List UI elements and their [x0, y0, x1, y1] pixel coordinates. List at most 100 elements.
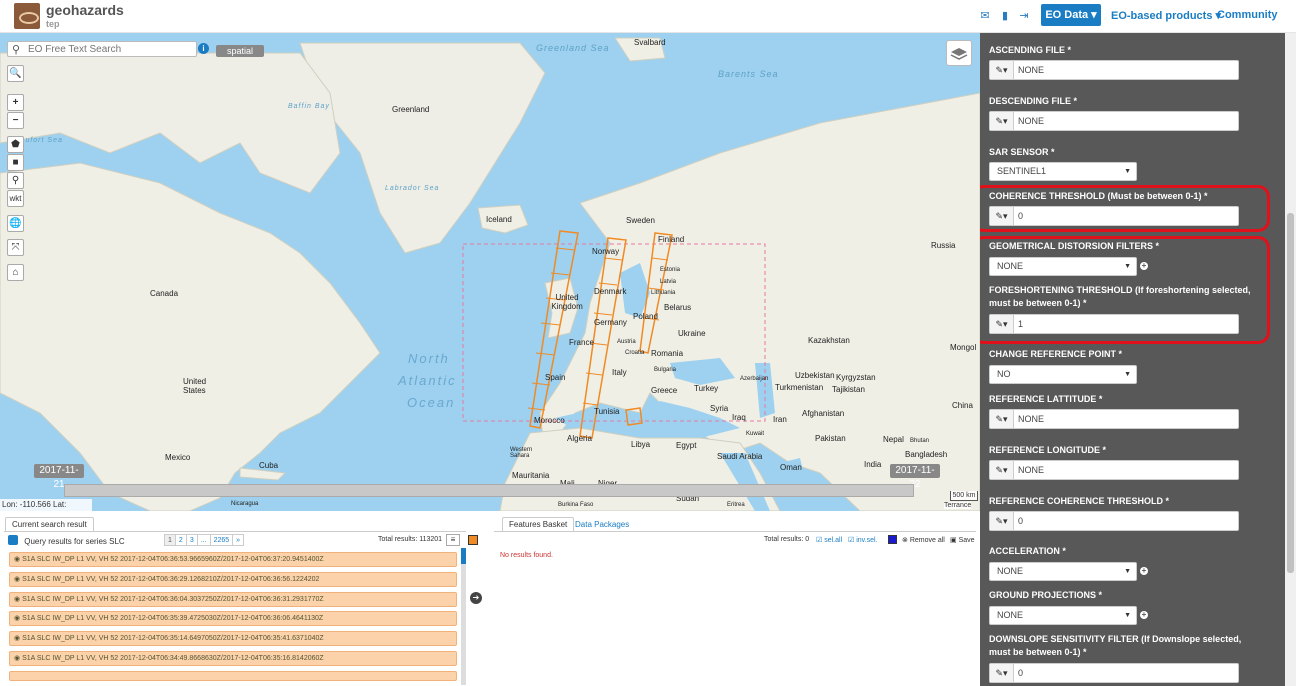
ref-lat-field[interactable]: ✎▾ NONE	[989, 409, 1239, 429]
arrow-right-icon[interactable]: ➔	[470, 592, 482, 604]
result-row[interactable]: ◉ S1A SLC IW_DP L1 VV, VH 52 2017-12-04T…	[9, 651, 457, 666]
eo-search-input[interactable]	[28, 43, 193, 56]
result-row[interactable]: ◉ S1A SLC IW_DP L1 VV, VH 52 2017-12-04T…	[9, 592, 457, 607]
map-label-svalbard: Svalbard	[634, 38, 666, 47]
globe-icon[interactable]: 🌐	[7, 215, 24, 232]
map-view[interactable]: Greenland Greenland Sea Svalbard Barents…	[0, 33, 980, 511]
map-label-kazakhstan: Kazakhstan	[808, 336, 850, 345]
invert-selection-link[interactable]: ☑ inv.sel.	[848, 536, 878, 544]
magic-wand-icon[interactable]: ✎▾	[990, 61, 1014, 79]
change-ref-select[interactable]: NO ▼	[989, 365, 1137, 384]
logo-title[interactable]: geohazards	[46, 2, 124, 18]
ground-proj-select[interactable]: NONE ▼	[989, 606, 1137, 625]
globe-icon: ◉	[14, 655, 23, 662]
map-label-pakistan: Pakistan	[815, 434, 846, 443]
downslope-field[interactable]: ✎▾ 0	[989, 663, 1239, 683]
map-label-atlantic: Atlantic	[398, 373, 457, 388]
page-next[interactable]: »	[232, 534, 245, 546]
list-view-icon[interactable]: ≡	[446, 534, 460, 546]
map-label-burkina: Burkina Faso	[558, 502, 594, 508]
eo-search-box[interactable]: ⚲	[7, 41, 197, 57]
map-label-us: United States	[183, 377, 207, 395]
map-label-morocco: Morocco	[534, 416, 565, 425]
result-row[interactable]: ◉ S1A SLC IW_DP L1 VV, VH 52 2017-12-04T…	[9, 572, 457, 587]
distortion-highlight	[980, 236, 1270, 344]
save-link[interactable]: ▣ Save	[950, 536, 975, 544]
map-label-spain: Spain	[545, 373, 566, 382]
descending-field[interactable]: ✎▾ NONE	[989, 111, 1239, 131]
basket-color-swatch[interactable]	[888, 535, 897, 544]
zoom-in-button[interactable]: +	[7, 94, 24, 111]
community-link[interactable]: Community	[1217, 9, 1278, 21]
map-label-croatia: Croatia	[625, 350, 645, 356]
map-label-cuba: Cuba	[259, 461, 279, 470]
envelope-icon[interactable]: ✉	[979, 11, 991, 22]
map-label-uk: United Kingdom	[551, 293, 583, 311]
map-label-mongolia: Mongol	[950, 343, 977, 352]
map-label-nicaragua: Nicaragua	[231, 501, 259, 507]
select-all-link[interactable]: ☑ sel.all	[816, 536, 842, 544]
polygon-draw-icon[interactable]: ⬟	[7, 136, 24, 153]
sar-sensor-select[interactable]: SENTINEL1 ▼	[989, 162, 1137, 181]
map-label-western-sahara: Western Sahara	[510, 447, 533, 459]
acceleration-select[interactable]: NONE ▼	[989, 562, 1137, 581]
magic-wand-icon[interactable]: ✎▾	[990, 112, 1014, 130]
map-label-saudi: Saudi Arabia	[717, 452, 763, 461]
globe-icon: ◉	[14, 615, 23, 622]
result-row[interactable]: ◉ S1A SLC IW_DP L1 VV, VH 52 2017-12-04T…	[9, 611, 457, 626]
spatial-tag[interactable]: spatial	[216, 45, 264, 57]
map-attribution: Terrance	[944, 502, 972, 509]
rectangle-draw-icon[interactable]: ■	[7, 154, 24, 171]
magic-wand-icon[interactable]: ✎▾	[990, 664, 1014, 682]
share-icon[interactable]	[8, 535, 18, 545]
home-icon[interactable]: ⌂	[7, 264, 24, 281]
no-results-text: No results found.	[500, 552, 553, 559]
tab-current-search[interactable]: Current search result	[5, 517, 94, 531]
info-icon[interactable]: i	[198, 43, 209, 54]
timeline-slider[interactable]	[64, 484, 914, 497]
downslope-label-2: must be between 0-1) *	[989, 647, 1087, 657]
geohazards-logo-icon[interactable]	[14, 3, 40, 29]
result-row[interactable]	[9, 671, 457, 681]
ascending-field[interactable]: ✎▾ NONE	[989, 60, 1239, 80]
add-icon[interactable]: +	[1140, 611, 1148, 619]
descending-label: DESCENDING FILE *	[989, 96, 1078, 106]
result-row[interactable]: ◉ S1A SLC IW_DP L1 VV, VH 52 2017-12-04T…	[9, 631, 457, 646]
magic-wand-icon[interactable]: ✎▾	[990, 512, 1014, 530]
form-scrollbar[interactable]	[1285, 33, 1296, 686]
zoom-out-button[interactable]: −	[7, 112, 24, 129]
add-icon[interactable]: +	[1140, 567, 1148, 575]
ref-lon-field[interactable]: ✎▾ NONE	[989, 460, 1239, 480]
layers-icon[interactable]	[946, 40, 972, 66]
chevron-down-icon: ▼	[1124, 612, 1131, 619]
color-swatch-icon[interactable]	[468, 535, 478, 545]
eo-data-button[interactable]: EO Data ▾	[1041, 4, 1101, 26]
search-tool-icon[interactable]: 🔍	[7, 65, 24, 82]
map-label-norway: Norway	[592, 247, 620, 256]
tab-data-packages[interactable]: Data Packages	[575, 520, 629, 529]
fullscreen-icon[interactable]: ⤧	[7, 239, 24, 256]
map-label-estonia: Estonia	[660, 267, 681, 273]
sign-out-icon[interactable]: ⇥	[1018, 11, 1030, 22]
ref-coh-label: REFERENCE COHERENCE THRESHOLD *	[989, 496, 1170, 506]
map-label-azerbaijan: Azerbaijan	[740, 376, 769, 382]
map-label-syria: Syria	[710, 404, 729, 413]
eo-based-products-link[interactable]: EO-based products ▾	[1111, 9, 1221, 22]
map-label-turkmenistan: Turkmenistan	[775, 383, 824, 392]
point-draw-icon[interactable]: ⚲	[7, 172, 24, 189]
wkt-button[interactable]: wkt	[7, 190, 24, 207]
magic-wand-icon[interactable]: ✎▾	[990, 410, 1014, 428]
map-label-kuwait: Kuwait	[746, 431, 765, 437]
ref-coh-field[interactable]: ✎▾ 0	[989, 511, 1239, 531]
map-label-denmark: Denmark	[594, 287, 627, 296]
map-label-ukraine: Ukraine	[678, 329, 706, 338]
map-label-greece: Greece	[651, 386, 678, 395]
result-row[interactable]: ◉ S1A SLC IW_DP L1 VV, VH 52 2017-12-04T…	[9, 552, 457, 567]
remove-all-link[interactable]: ⊗ Remove all	[902, 536, 945, 544]
results-scrollbar[interactable]	[461, 548, 466, 685]
magic-wand-icon[interactable]: ✎▾	[990, 461, 1014, 479]
change-ref-label: CHANGE REFERENCE POINT *	[989, 349, 1123, 359]
book-icon[interactable]: ▮	[999, 11, 1011, 22]
tab-features-basket[interactable]: Features Basket	[502, 517, 575, 531]
page-last[interactable]: 2265	[209, 534, 234, 546]
